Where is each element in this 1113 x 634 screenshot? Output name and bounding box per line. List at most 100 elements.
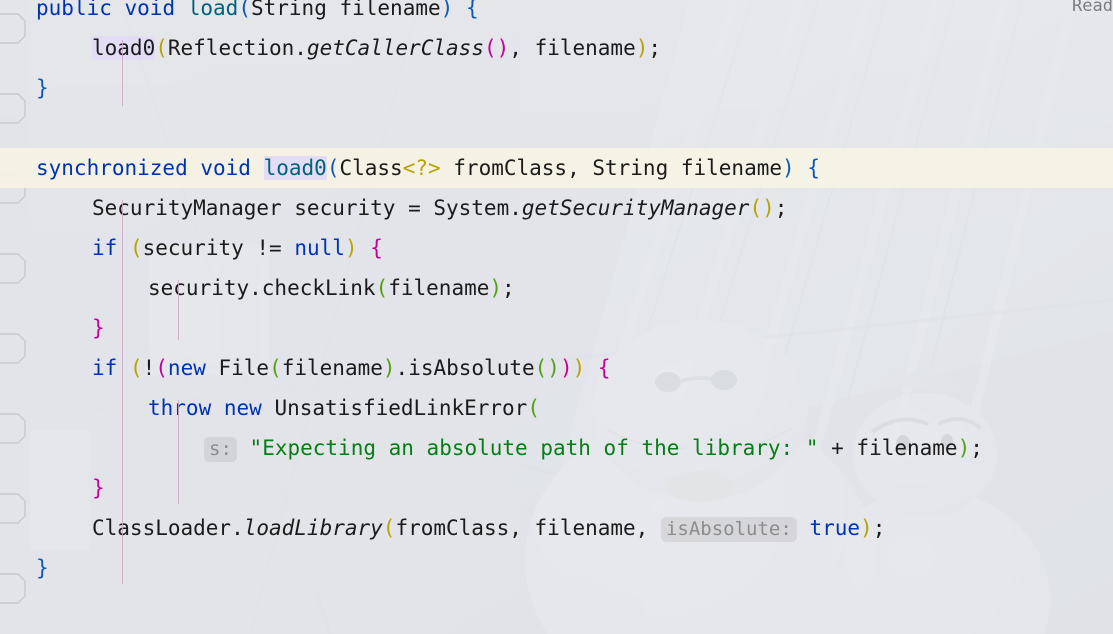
- code-token: (: [326, 156, 340, 180]
- code-line-text: }: [36, 548, 49, 588]
- code-token: ): [782, 156, 795, 180]
- code-token: (: [749, 196, 763, 220]
- line-blank-1[interactable]: [0, 108, 1113, 148]
- code-token: null: [294, 236, 345, 260]
- code-token: synchronized: [36, 156, 188, 180]
- editor-status-readonly-label: Read: [1072, 0, 1113, 16]
- code-token: loadLibrary: [243, 516, 383, 540]
- code-line-text: load0(Reflection.getCallerClass(), filen…: [36, 28, 661, 68]
- code-token: getSecurityManager: [521, 196, 750, 220]
- line-throw[interactable]: throw new UnsatisfiedLinkError(: [0, 388, 1113, 428]
- code-line-text: security.checkLink(filename);: [36, 268, 515, 308]
- code-token: <?>: [402, 156, 441, 180]
- code-token: !: [142, 356, 156, 380]
- code-text-area[interactable]: public void load(String filename) {load0…: [0, 0, 1113, 634]
- code-token: }: [92, 316, 105, 340]
- code-line-text: throw new UnsatisfiedLinkError(: [36, 388, 540, 428]
- code-token: security !=: [142, 236, 295, 260]
- code-token: ;: [502, 276, 515, 300]
- code-token: ): [762, 196, 775, 220]
- code-token: ): [559, 356, 573, 380]
- inlay-parameter-hint[interactable]: isAbsolute:: [660, 517, 797, 542]
- code-token: Reflection.: [167, 36, 307, 60]
- code-token: (: [483, 36, 497, 60]
- code-token: ClassLoader.: [92, 516, 244, 540]
- code-line-text: }: [36, 468, 105, 508]
- code-token: , filename: [509, 36, 636, 60]
- previous-line-sliver: }: [96, 0, 109, 6]
- code-token: fromClass, String filename: [440, 156, 783, 180]
- code-token: (: [375, 276, 389, 300]
- code-token: (: [129, 236, 143, 260]
- code-token: filename: [281, 356, 383, 380]
- line-close-if-1[interactable]: }: [0, 308, 1113, 348]
- line-load0-signature[interactable]: synchronized void load0(Class<?> fromCla…: [0, 148, 1113, 188]
- code-token: (: [382, 516, 396, 540]
- line-string-literal[interactable]: s: "Expecting an absolute path of the li…: [0, 428, 1113, 468]
- code-token: void: [200, 156, 251, 180]
- code-token: filename: [388, 276, 490, 300]
- indent-guide-2: [122, 200, 123, 584]
- code-token: getCallerClass: [306, 36, 484, 60]
- code-token: ): [344, 236, 358, 260]
- code-token: (: [269, 356, 282, 380]
- indent-guide-3: [178, 280, 179, 340]
- code-token: true: [809, 516, 861, 540]
- code-token: throw: [148, 396, 212, 420]
- code-token: ;: [970, 436, 983, 460]
- code-token: ): [496, 36, 510, 60]
- code-token: fromClass, filename,: [395, 516, 661, 540]
- code-token: ): [572, 356, 586, 380]
- code-token: (: [534, 356, 548, 380]
- code-token: ): [635, 36, 649, 60]
- line-close-load0[interactable]: }: [0, 548, 1113, 588]
- code-token: {: [465, 0, 479, 20]
- code-token: new: [167, 356, 206, 380]
- code-token: {: [807, 156, 820, 180]
- code-token: Class: [339, 156, 403, 180]
- indent-guide-4: [178, 400, 179, 504]
- line-if-not-absolute[interactable]: if (!(new File(filename).isAbsolute())) …: [0, 348, 1113, 388]
- code-token: .isAbsolute: [395, 356, 535, 380]
- code-token: (: [155, 356, 168, 380]
- code-token: if: [92, 356, 118, 380]
- line-loadlibrary[interactable]: ClassLoader.loadLibrary(fromClass, filen…: [0, 508, 1113, 548]
- code-token: load0: [92, 36, 156, 60]
- line-close-load[interactable]: }: [0, 68, 1113, 108]
- code-token: ): [957, 436, 971, 460]
- code-line-text: ClassLoader.loadLibrary(fromClass, filen…: [36, 508, 885, 549]
- code-token: SecurityManager security = System.: [92, 196, 522, 220]
- code-token: ;: [774, 196, 788, 220]
- code-editor[interactable]: public void load(String filename) {load0…: [0, 0, 1113, 634]
- code-token: (: [155, 36, 168, 60]
- line-if-security-null[interactable]: if (security != null) {: [0, 228, 1113, 268]
- inlay-parameter-hint[interactable]: s:: [204, 437, 237, 462]
- code-token: (: [527, 396, 540, 420]
- code-token: }: [36, 556, 49, 580]
- code-token: load0: [263, 156, 327, 180]
- code-line-text: }: [36, 68, 49, 108]
- line-securitymanager[interactable]: SecurityManager security = System.getSec…: [0, 188, 1113, 228]
- code-token: }: [92, 476, 105, 500]
- code-token: load: [187, 0, 239, 20]
- code-token: + filename: [818, 436, 958, 460]
- line-load0-call[interactable]: load0(Reflection.getCallerClass(), filen…: [0, 28, 1113, 68]
- code-token: File: [205, 356, 270, 380]
- line-checklink[interactable]: security.checkLink(filename);: [0, 268, 1113, 308]
- code-token: ;: [872, 516, 886, 540]
- code-line-text: SecurityManager security = System.getSec…: [36, 188, 787, 228]
- code-token: "Expecting an absolute path of the libra…: [249, 436, 819, 460]
- line-load-signature[interactable]: public void load(String filename) {: [0, 0, 1113, 28]
- code-token: }: [36, 76, 49, 100]
- code-token: void: [124, 0, 176, 20]
- line-close-if-2[interactable]: }: [0, 468, 1113, 508]
